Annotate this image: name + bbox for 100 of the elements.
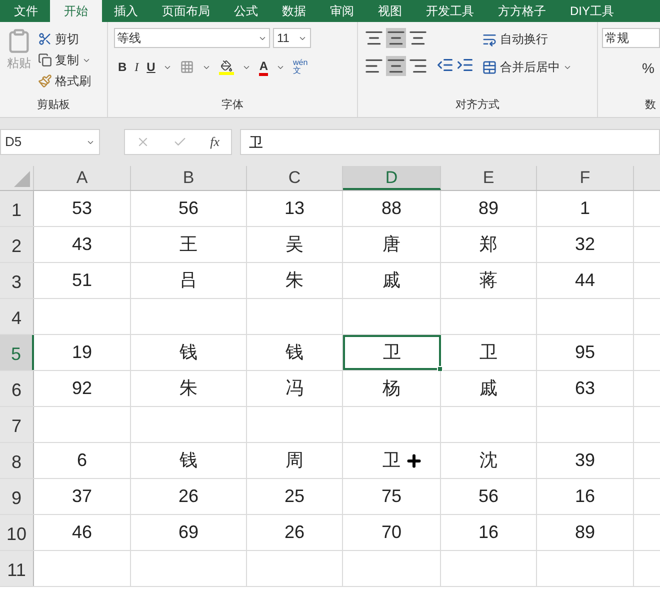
ribbon-tab[interactable]: 文件 [2,0,50,22]
table-cell-text: 卫 [382,449,400,472]
group-label: 数 [644,98,657,112]
row-header[interactable]: 2 [0,227,34,262]
table-cell-text: 蒋 [480,269,498,292]
table-cell-text: 70 [381,521,402,544]
format-painter-button[interactable]: 格式刷 [55,72,91,90]
table-cell-text: 63 [574,377,596,400]
ribbon-tab[interactable]: 视图 [366,0,414,22]
copy-icon[interactable] [38,53,52,67]
merge-center-button[interactable]: 合并后居中 [500,58,560,76]
formula-field[interactable]: 卫 [240,129,660,155]
table-cell-text: 杨 [382,377,400,400]
table-cell-text: 19 [72,341,92,364]
column-header[interactable]: D [343,166,441,190]
phonetic-button[interactable]: wén 文 [293,59,308,75]
table-cell-text: 周 [286,449,304,472]
row-header[interactable]: 4 [0,299,34,334]
border-icon[interactable] [180,60,194,74]
table-cell-text: 16 [574,485,596,508]
table-cell-text: 冯 [286,377,304,400]
group-label: 字体 [220,98,244,112]
row-header[interactable]: 11 [0,551,34,586]
column-header[interactable]: E [441,166,537,190]
group-label: 对齐方式 [454,98,500,112]
table-cell-text: 89 [478,197,499,220]
copy-button[interactable]: 复制 [55,51,79,69]
fill-color-icon[interactable] [219,60,234,74]
center-align-icon[interactable] [386,56,406,76]
function-button[interactable]: fx [210,132,220,152]
italic-button[interactable]: I [134,58,139,76]
ribbon-tab[interactable]: DIY工具 [558,0,626,22]
middle-align-icon[interactable] [386,28,406,48]
underline-button[interactable]: U [146,58,156,76]
fill-handle[interactable] [437,366,443,372]
cut-button[interactable]: 剪切 [55,30,79,48]
percent-button[interactable]: % [642,58,654,79]
bold-button[interactable]: B [118,58,127,76]
scissors-icon[interactable] [38,32,52,46]
row-header[interactable]: 3 [0,263,34,298]
table-cell-text: 92 [72,377,92,400]
table-cell-text: 王 [180,233,198,256]
font-color-button[interactable]: A [259,58,268,76]
ribbon-tab[interactable]: 插入 [102,0,150,22]
table-cell-text: 39 [574,449,596,472]
table-cell-text: 44 [574,269,596,292]
column-header[interactable]: F [537,166,634,190]
column-header[interactable]: B [131,166,247,190]
row-header[interactable]: 8 [0,443,34,478]
table-cell-text: 戚 [480,377,498,400]
table-cell-text: 13 [284,197,305,220]
indent-increase-icon[interactable] [456,56,474,74]
table-cell-text: 卫 [383,341,401,364]
ribbon-tab[interactable]: 开发工具 [414,0,486,22]
table-cell-text: 朱 [180,377,198,400]
table-cell-text: 吴 [286,233,304,256]
table-cell-text: 88 [381,197,402,220]
table-cell-text: 戚 [382,269,400,292]
row-header[interactable]: 10 [0,515,34,550]
table-cell-text: 75 [381,485,402,508]
indent-decrease-icon[interactable] [436,56,454,74]
font-name-field[interactable]: 等线 [114,28,270,48]
name-box[interactable]: D5 [0,129,100,155]
table-cell-text: 56 [178,197,199,220]
table-cell-text: 唐 [382,233,400,256]
ribbon-tab[interactable]: 审阅 [318,0,366,22]
row-header[interactable]: 5 [0,335,34,370]
ribbon-tab[interactable]: 开始 [50,0,102,22]
table-cell-text: 95 [574,341,596,364]
group-label: 剪贴板 [36,98,71,112]
table-cell-text: 26 [178,485,199,508]
brush-icon[interactable] [38,74,52,88]
table-cell-text: 32 [574,233,596,256]
table-cell-text: 6 [76,449,87,472]
table-cell-text: 钱 [180,341,198,364]
wrap-text-button[interactable]: 自动换行 [500,30,548,48]
table-cell-text: 1 [580,197,590,220]
table-cell-text: 钱 [286,341,304,364]
wrap-text-icon[interactable] [482,32,497,46]
table-cell-text: 卫 [480,341,498,364]
table-cell-text: 16 [478,521,499,544]
table-cell-text: 46 [72,521,92,544]
table-cell-text: 25 [284,485,305,508]
table-cell-text: 43 [72,233,92,256]
ribbon-tab[interactable]: 数据 [270,0,318,22]
row-header[interactable]: 6 [0,371,34,406]
merge-icon[interactable] [482,60,497,74]
cursor-icon [405,452,423,470]
row-header[interactable]: 1 [0,191,34,226]
font-size-field[interactable]: 11 [273,28,311,48]
table-cell-text: 53 [72,197,92,220]
column-header[interactable]: A [34,166,131,190]
ribbon-tab[interactable]: 方方格子 [486,0,558,22]
row-header[interactable]: 9 [0,479,34,514]
ribbon-tab[interactable]: 页面布局 [150,0,222,22]
table-cell-text: 69 [178,521,199,544]
ribbon-tab[interactable]: 公式 [222,0,270,22]
table-cell-text: 沈 [480,449,498,472]
number-format-field[interactable]: 常规 [602,28,660,48]
row-header[interactable]: 7 [0,407,34,442]
